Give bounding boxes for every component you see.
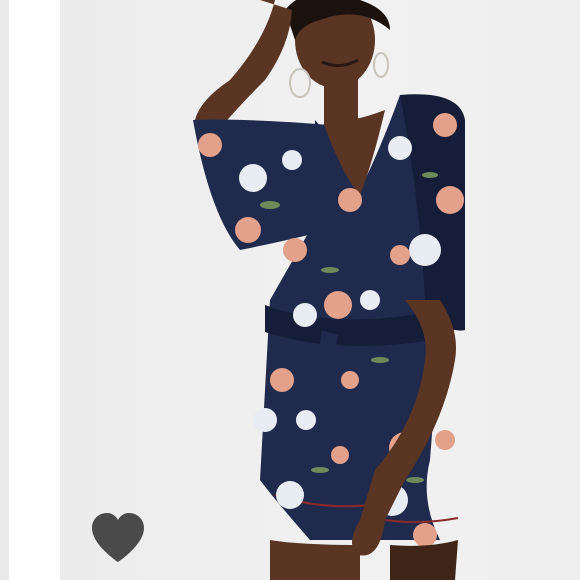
listing-photo-frame (0, 0, 580, 580)
photo-illustration (193, 0, 465, 580)
model-head (285, 0, 390, 130)
heart-icon (92, 513, 144, 562)
left-gutter (0, 0, 9, 580)
like-button[interactable] (88, 510, 148, 566)
model-raised-arm (195, 0, 292, 140)
product-photo[interactable] (60, 0, 580, 580)
